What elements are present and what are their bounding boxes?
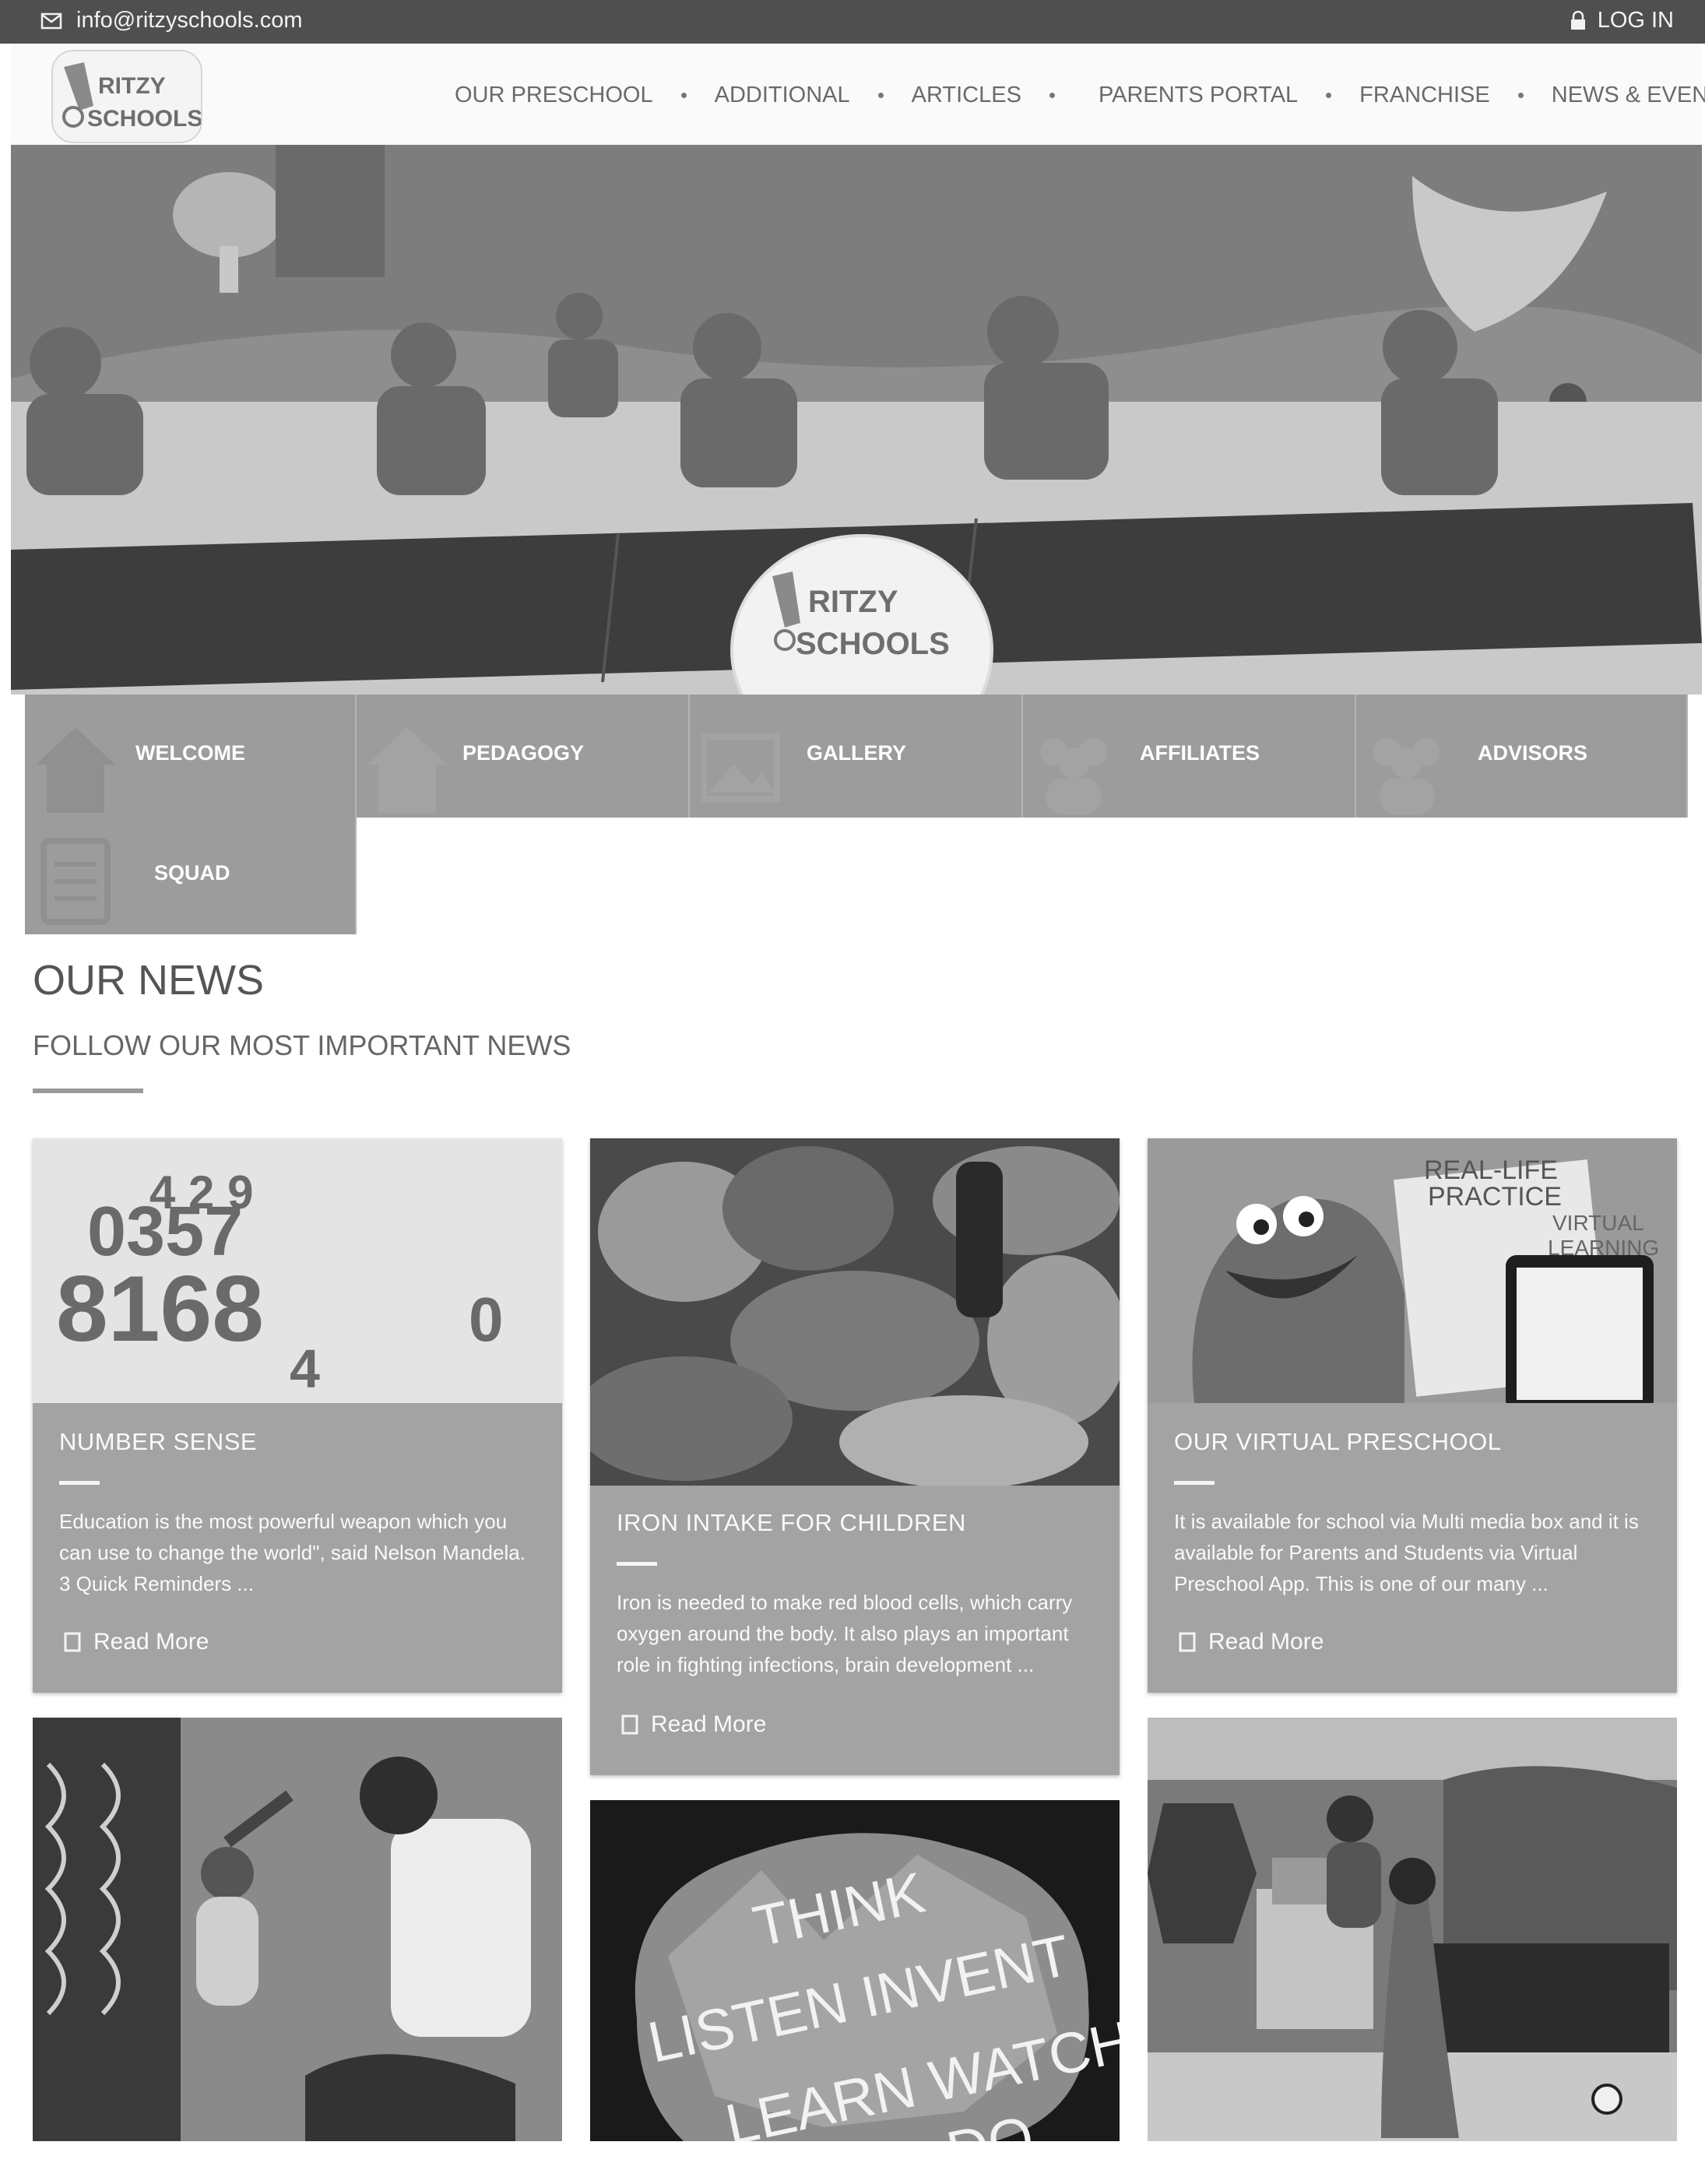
nav-parents-portal[interactable]: PARENTS PORTAL [1099, 83, 1298, 108]
card-dash [59, 1481, 100, 1485]
section-divider [33, 1088, 143, 1093]
contact-email[interactable]: info@ritzyschools.com [40, 8, 303, 33]
card-excerpt: Education is the most powerful weapon wh… [59, 1510, 526, 1595]
tile-affiliates[interactable]: AFFILIATES [1023, 695, 1356, 818]
nav-separator [1326, 93, 1332, 98]
site-logo[interactable]: RITZY SCHOOLS [51, 50, 202, 143]
document-icon [621, 1714, 638, 1735]
photo-brain-image: THINK LISTEN INVENT LEARN WATCH DO [590, 1800, 1120, 2141]
nav-separator [1517, 93, 1524, 98]
group-icon [1373, 738, 1440, 814]
nav-our-preschool[interactable]: OUR PRESCHOOL [455, 83, 653, 108]
svg-text:SCHOOLS: SCHOOLS [796, 627, 950, 661]
nav-news-events[interactable]: NEWS & EVENTS [1552, 83, 1705, 108]
news-card-iron-intake[interactable]: IRON INTAKE FOR CHILDREN Iron is needed … [590, 1138, 1120, 1775]
news-subtitle: FOLLOW OUR MOST IMPORTANT NEWS [33, 1029, 571, 1061]
card-dash [1174, 1481, 1215, 1485]
login-label[interactable]: LOG IN [1598, 8, 1674, 33]
read-more-link[interactable]: Read More [621, 1711, 766, 1738]
svg-text:PRACTICE: PRACTICE [1428, 1182, 1562, 1212]
svg-text:REAL-LIFE: REAL-LIFE [1424, 1155, 1558, 1185]
svg-text:SCHOOLS: SCHOOLS [87, 106, 201, 132]
read-more-link[interactable]: Read More [1179, 1629, 1324, 1655]
svg-text:VIRTUAL: VIRTUAL [1552, 1211, 1644, 1235]
hero-logo-badge: RITZY SCHOOLS [730, 534, 993, 695]
site-header: RITZY SCHOOLS OUR PRESCHOOL ADDITIONAL A… [11, 44, 1705, 146]
card-excerpt: It is available for school via Multi med… [1174, 1510, 1639, 1595]
card-image-virtual-learning: REAL-LIFE PRACTICE VIRTUAL LEARNING [1148, 1138, 1677, 1403]
photo-yoga-image [33, 1718, 562, 2141]
nav-articles[interactable]: ARTICLES [912, 83, 1021, 108]
tile-label: AFFILIATES [1140, 741, 1260, 765]
group-icon [1040, 738, 1107, 814]
clipboard-icon [40, 838, 111, 925]
tile-squad[interactable]: SQUAD [25, 818, 357, 934]
document-icon [1179, 1632, 1196, 1652]
main-nav: OUR PRESCHOOL ADDITIONAL ARTICLES PARENT… [455, 83, 1705, 108]
card-title[interactable]: OUR VIRTUAL PRESCHOOL [1174, 1428, 1501, 1456]
card-image-food [590, 1138, 1120, 1486]
news-title: OUR NEWS [33, 957, 264, 1004]
svg-text:4 2 9: 4 2 9 [149, 1166, 253, 1219]
home-icon [367, 727, 447, 813]
logo-graphic: RITZY SCHOOLS [62, 62, 202, 132]
document-icon [64, 1632, 81, 1652]
tile-label: GALLERY [807, 741, 906, 765]
nav-franchise[interactable]: FRANCHISE [1359, 83, 1490, 108]
card-title[interactable]: IRON INTAKE FOR CHILDREN [617, 1509, 966, 1537]
svg-text:RITZY: RITZY [808, 585, 898, 619]
login-link[interactable]: LOG IN [1570, 8, 1674, 33]
top-bar: info@ritzyschools.com LOG IN [0, 0, 1705, 44]
nav-separator [680, 93, 687, 98]
news-card-number-sense[interactable]: 0357 4 2 9 8168 0 4 NUMBER SENSE Educati… [33, 1138, 562, 1693]
svg-text:8168: 8168 [56, 1257, 264, 1361]
nav-separator [877, 93, 884, 98]
nav-separator [1049, 93, 1055, 98]
svg-text:0: 0 [469, 1285, 504, 1354]
tile-label: ADVISORS [1478, 741, 1588, 765]
image-icon [701, 733, 780, 802]
photo-classroom-image [1148, 1718, 1677, 2141]
hero-banner: RITZY SCHOOLS [11, 145, 1702, 695]
hero-logo-graphic: RITZY SCHOOLS [772, 571, 950, 661]
email-text[interactable]: info@ritzyschools.com [76, 8, 303, 33]
read-more-label[interactable]: Read More [651, 1711, 766, 1738]
read-more-link[interactable]: Read More [64, 1629, 209, 1655]
svg-text:LEARNING: LEARNING [1548, 1236, 1659, 1260]
tile-label: PEDAGOGY [462, 741, 585, 765]
news-photo-classroom[interactable] [1148, 1718, 1677, 2141]
card-title[interactable]: NUMBER SENSE [59, 1428, 257, 1456]
lock-icon [1570, 10, 1585, 30]
read-more-label[interactable]: Read More [1208, 1629, 1324, 1655]
tile-label: WELCOME [135, 741, 245, 765]
svg-text:RITZY: RITZY [98, 73, 166, 99]
tile-welcome[interactable]: WELCOME [25, 695, 357, 818]
tile-label: SQUAD [154, 861, 230, 885]
card-excerpt: Iron is needed to make red blood cells, … [617, 1591, 1073, 1676]
news-photo-brain[interactable]: THINK LISTEN INVENT LEARN WATCH DO [590, 1800, 1120, 2141]
tile-gallery[interactable]: GALLERY [690, 695, 1023, 818]
card-dash [617, 1562, 657, 1566]
tile-advisors[interactable]: ADVISORS [1356, 695, 1688, 818]
mail-icon [40, 12, 62, 29]
read-more-label[interactable]: Read More [93, 1629, 209, 1655]
svg-text:4: 4 [290, 1338, 320, 1399]
home-icon [36, 727, 115, 813]
card-image-numbers: 0357 4 2 9 8168 0 4 [33, 1138, 562, 1403]
tile-pedagogy[interactable]: PEDAGOGY [357, 695, 690, 818]
news-card-virtual-preschool[interactable]: REAL-LIFE PRACTICE VIRTUAL LEARNING OUR … [1148, 1138, 1677, 1693]
nav-additional[interactable]: ADDITIONAL [715, 83, 850, 108]
news-photo-yoga[interactable] [33, 1718, 562, 2141]
